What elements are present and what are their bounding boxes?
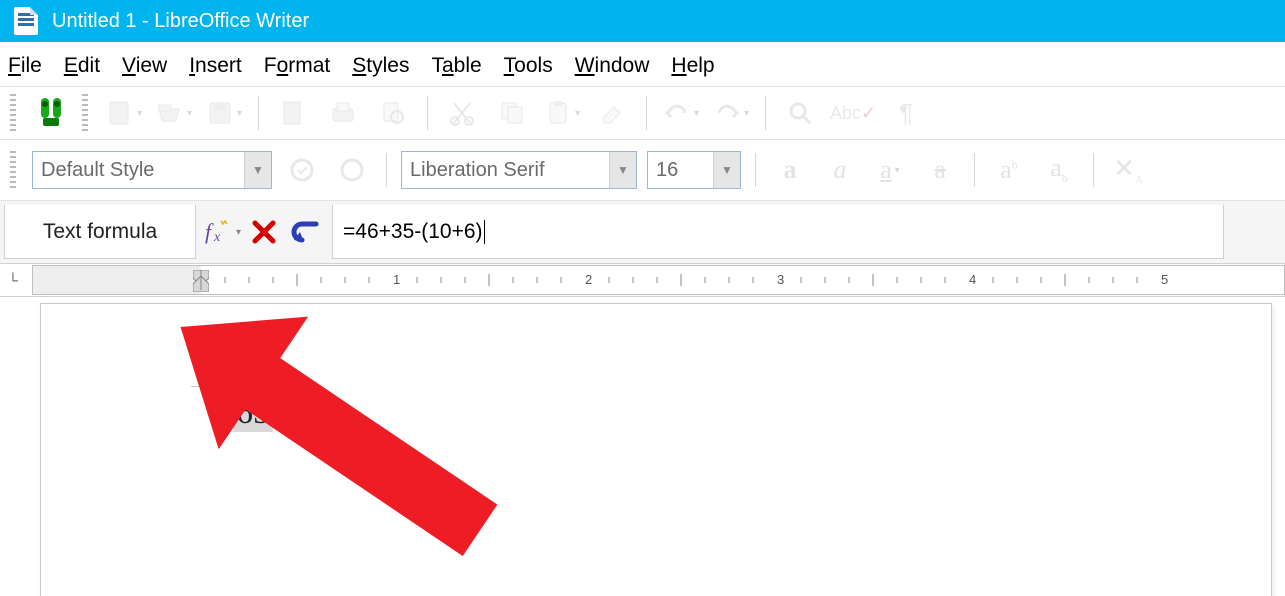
new-style-button[interactable] — [332, 150, 372, 190]
menu-insert[interactable]: Insert — [189, 54, 242, 78]
italic-button[interactable]: a — [820, 150, 860, 190]
subscript-button[interactable]: ab — [1039, 150, 1079, 190]
save-button[interactable] — [204, 93, 244, 133]
strikethrough-button[interactable]: a — [920, 150, 960, 190]
formula-apply-button[interactable] — [286, 212, 326, 252]
chevron-down-icon: ▼ — [713, 152, 740, 188]
document-page[interactable]: 65 — [40, 303, 1272, 596]
horizontal-ruler[interactable]: 1 2 3 4 5 — [32, 265, 1285, 295]
menu-tools[interactable]: Tools — [504, 54, 553, 78]
ruler-row: └ 1 2 3 4 5 — [0, 264, 1285, 297]
menu-table[interactable]: Table — [431, 54, 481, 78]
standard-toolbar: Abc✓ ¶ — [0, 86, 1285, 140]
find-button[interactable] — [780, 93, 820, 133]
menu-help[interactable]: Help — [671, 54, 714, 78]
font-name-value: Liberation Serif — [410, 159, 545, 182]
new-document-button[interactable] — [104, 93, 144, 133]
svg-text:x: x — [213, 230, 221, 245]
redo-button[interactable] — [711, 93, 751, 133]
formula-input-value: =46+35-(10+6) — [343, 220, 483, 244]
toolbar-separator — [258, 96, 259, 130]
undo-button[interactable] — [661, 93, 701, 133]
menu-edit[interactable]: Edit — [64, 54, 100, 78]
toolbar-grip[interactable] — [10, 94, 16, 132]
formula-bar: Text formula f x =46+35-(10+6) — [0, 201, 1285, 264]
clear-formatting-button[interactable]: ✕A — [1108, 150, 1148, 190]
formula-input[interactable]: =46+35-(10+6) — [332, 205, 1224, 259]
menu-window[interactable]: Window — [575, 54, 650, 78]
menu-view[interactable]: View — [122, 54, 167, 78]
chevron-down-icon: ▼ — [244, 152, 271, 188]
paste-button[interactable] — [542, 93, 582, 133]
underline-button[interactable]: a — [870, 150, 910, 190]
font-size-value: 16 — [656, 159, 678, 182]
formula-function-button[interactable]: f x — [202, 212, 242, 252]
find-and-replace-button[interactable] — [32, 93, 72, 133]
toolbar-grip[interactable] — [10, 151, 16, 189]
toolbar-separator — [427, 96, 428, 130]
bold-button[interactable]: a — [770, 150, 810, 190]
document-area[interactable]: 65 — [0, 297, 1285, 596]
svg-text:f: f — [205, 219, 214, 244]
font-size-combo[interactable]: 16 ▼ — [647, 151, 741, 189]
export-pdf-button[interactable] — [273, 93, 313, 133]
font-name-combo[interactable]: Liberation Serif ▼ — [401, 151, 637, 189]
toolbar-separator — [1093, 153, 1094, 187]
paragraph-style-value: Default Style — [41, 159, 154, 182]
menu-file[interactable]: File — [8, 54, 42, 78]
update-style-button[interactable] — [282, 150, 322, 190]
toolbar-separator — [755, 153, 756, 187]
spellcheck-button[interactable]: Abc✓ — [830, 93, 876, 133]
formula-result-field[interactable]: 65 — [233, 394, 273, 432]
print-preview-button[interactable] — [373, 93, 413, 133]
toolbar-grip[interactable] — [82, 94, 88, 132]
formatting-toolbar: Default Style ▼ Liberation Serif ▼ 16 ▼ … — [0, 140, 1285, 201]
chevron-down-icon: ▼ — [609, 152, 636, 188]
paragraph-style-combo[interactable]: Default Style ▼ — [32, 151, 272, 189]
app-document-icon — [14, 7, 38, 35]
formatting-marks-button[interactable]: ¶ — [886, 93, 926, 133]
copy-button[interactable] — [492, 93, 532, 133]
clone-formatting-button[interactable] — [592, 93, 632, 133]
toolbar-separator — [974, 153, 975, 187]
window-title: Untitled 1 - LibreOffice Writer — [52, 10, 309, 33]
margin-guide — [191, 386, 239, 387]
superscript-button[interactable]: ab — [989, 150, 1029, 190]
margin-guide — [233, 352, 234, 394]
tab-align-indicator[interactable]: └ — [8, 272, 32, 288]
menu-format[interactable]: Format — [264, 54, 331, 78]
toolbar-separator — [386, 153, 387, 187]
cut-button[interactable] — [442, 93, 482, 133]
menu-styles[interactable]: Styles — [352, 54, 409, 78]
title-bar: Untitled 1 - LibreOffice Writer — [0, 0, 1285, 42]
toolbar-separator — [646, 96, 647, 130]
menu-bar: File Edit View Insert Format Styles Tabl… — [0, 42, 1285, 86]
open-button[interactable] — [154, 93, 194, 133]
toolbar-separator — [765, 96, 766, 130]
formula-cancel-button[interactable] — [244, 212, 284, 252]
formula-label-text: Text formula — [43, 220, 157, 244]
print-button[interactable] — [323, 93, 363, 133]
text-cursor — [484, 220, 485, 244]
formula-label: Text formula — [4, 205, 196, 259]
